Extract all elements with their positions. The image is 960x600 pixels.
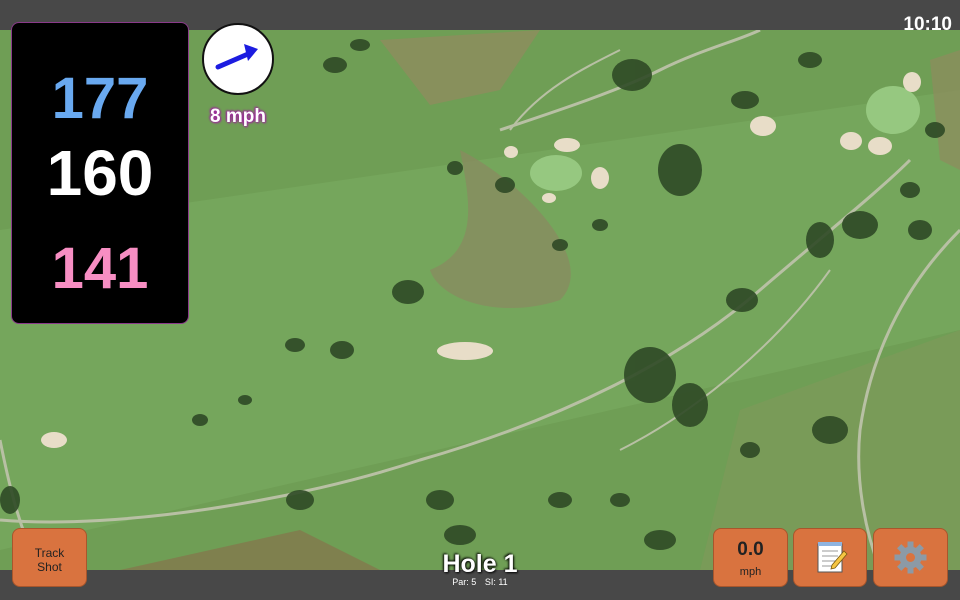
distance-panel: 177 160 141 (11, 22, 189, 324)
swing-speed-button[interactable]: 0.0 mph (713, 528, 788, 587)
wind-indicator[interactable] (202, 23, 274, 95)
par-label: Par: 5 (452, 577, 477, 587)
speed-value: 0.0 (737, 539, 764, 560)
hole-meta: Par: 5 SI: 11 (400, 577, 560, 587)
front-distance: 141 (51, 236, 149, 301)
arrow-right-icon (215, 44, 258, 70)
track-shot-button[interactable]: Track Shot (12, 528, 87, 587)
middle-distance: 160 (46, 137, 154, 209)
gear-icon (894, 541, 927, 574)
stroke-index-label: SI: 11 (484, 577, 508, 587)
notepad-icon (817, 542, 848, 573)
back-distance: 177 (51, 66, 149, 131)
wind-speed-label: 8 mph (210, 106, 266, 127)
speed-unit: mph (739, 566, 762, 578)
track-shot-label-line2: Shot (37, 560, 62, 574)
notes-button[interactable] (793, 528, 867, 587)
track-shot-label-line1: Track (34, 546, 65, 560)
hole-title: Hole 1 (442, 550, 518, 578)
settings-button[interactable] (873, 528, 948, 587)
